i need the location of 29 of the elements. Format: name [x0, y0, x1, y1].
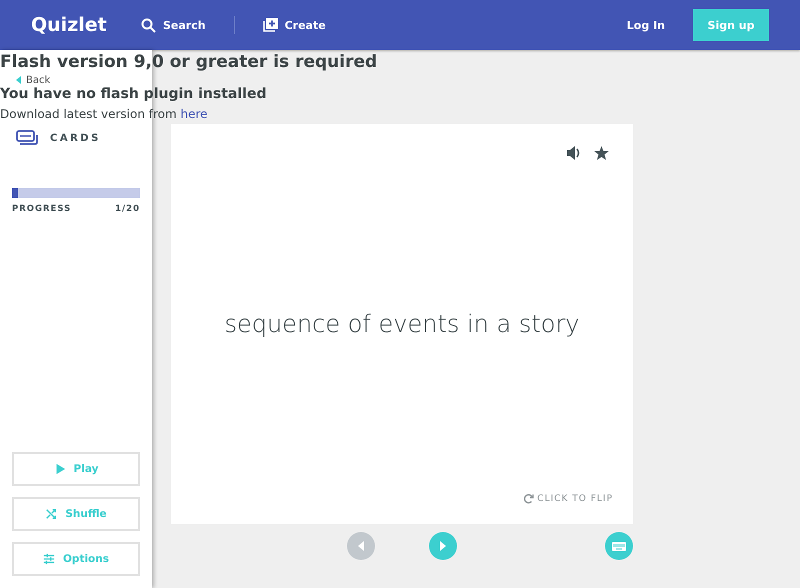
keyboard-icon — [612, 542, 626, 550]
progress-count: 1/20 — [115, 204, 140, 214]
search-icon — [141, 18, 156, 32]
back-arrow-icon — [16, 76, 22, 84]
progress-label: PROGRESS — [12, 204, 72, 214]
right-triangle-icon — [438, 540, 448, 552]
card-term: sequence of events in a story — [224, 310, 580, 338]
keyboard-button[interactable] — [605, 532, 633, 560]
add-icon — [262, 18, 278, 32]
play-icon — [54, 463, 66, 475]
shuffle-icon — [45, 508, 58, 520]
login-link[interactable]: Log In — [626, 18, 665, 32]
flash-error-subtitle: You have no flash plugin installed — [0, 86, 268, 103]
flashcard[interactable]: sequence of events in a story CLICK TO FLIP — [171, 124, 633, 524]
flash-error-title: Flash version 9,0 or greater is required — [0, 52, 378, 72]
star-icon[interactable] — [594, 146, 609, 160]
speaker-icon[interactable] — [566, 146, 582, 160]
download-link[interactable]: here — [180, 107, 208, 121]
cards-icon — [16, 130, 38, 146]
back-link[interactable]: Back — [26, 74, 50, 86]
download-message: Download latest version from here — [0, 107, 209, 122]
options-icon — [43, 553, 55, 565]
logo[interactable]: Quizlet — [31, 14, 141, 36]
search-link[interactable]: Search — [141, 18, 206, 32]
create-link[interactable]: Create — [262, 18, 326, 32]
mode-label: CARDS — [50, 132, 101, 144]
refresh-icon — [524, 494, 534, 504]
next-button[interactable] — [429, 532, 457, 560]
left-triangle-icon — [356, 540, 366, 552]
